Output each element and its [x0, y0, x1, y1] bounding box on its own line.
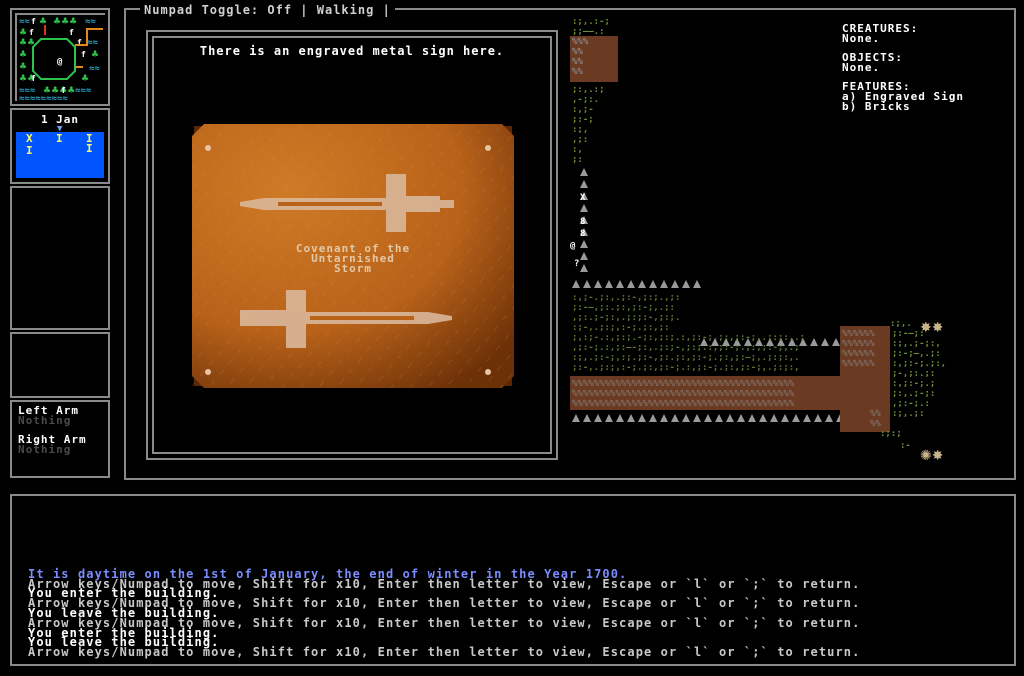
svg-text:≈≈: ≈≈ — [89, 64, 100, 74]
svg-text::;:;: :;:; — [880, 429, 902, 439]
svg-text:%%%%%%: %%%%%% — [842, 339, 875, 349]
svg-text::,;-: :,;- — [572, 105, 594, 115]
surroundings-info: CREATURES: None. OBJECTS: None. FEATURES… — [842, 23, 1012, 112]
svg-text::;-,.;:;,:-;.;:,;:: :;-,.;:;,:-;.;:,;: — [572, 323, 670, 333]
calendar-panel: 1 Jan ▼ X I I I I — [10, 108, 110, 184]
minimap[interactable]: ≈≈ ≈≈ ≈≈ ≈≈ ≈≈≈ ≈≈≈ ≈≈≈≈≈≈≈≈≈ ♣ ♣♣♣ ♣ ♣♣ ♣ ♣ ♣♣… — [10, 8, 110, 106]
svg-text::;,.;-;:,: :;,.;-;:, — [892, 339, 941, 349]
movement-mode-status: Walking — [316, 3, 375, 17]
svg-text:;:-;: ;:-; — [572, 115, 594, 125]
svg-text::;,.;:-;,:;.;:-,;:.;:,;:-;.;:,: :;,.;:-;,:;.;:-,;:.;:,;:-;.;:,;:—;,.;:;:… — [572, 353, 800, 363]
svg-text:≈≈: ≈≈ — [85, 17, 96, 27]
svg-text:%%%%%%%%%%%%%%%%%%%%%%%%%%%%%%: %%%%%%%%%%%%%%%%%%%%%%%%%%%%%%%%%%%%%%%%… — [572, 379, 795, 389]
calendar-glyph: I — [56, 132, 63, 145]
minimap-border: ≈≈ ≈≈ ≈≈ ≈≈ ≈≈≈ ≈≈≈ ≈≈≈≈≈≈≈≈≈ ♣ ♣♣♣ ♣ ♣♣ ♣ ♣ ♣♣… — [15, 13, 107, 103]
svg-text:f: f — [31, 17, 36, 26]
svg-text:X: X — [580, 193, 586, 203]
creatures-value: None. — [842, 32, 881, 45]
svg-text:✸✸: ✸✸ — [920, 320, 944, 336]
svg-text:,;:: ,;: — [572, 135, 588, 145]
svg-text::,;:-;.;: :,;:-;.; — [892, 379, 935, 389]
calendar-glyph: I — [26, 144, 33, 157]
svg-text::;,: :;, — [572, 125, 588, 135]
svg-text:%%%%%%: %%%%%% — [842, 349, 875, 359]
svg-text:;:-—,;:.;:,;:-;,.;:: ;:-—,;:.;:,;:-;,.;: — [572, 303, 675, 313]
numpad-toggle-status[interactable]: Numpad Toggle: Off — [144, 3, 292, 17]
calendar-week-grid: X I I I I — [16, 132, 104, 178]
svg-text:%%%%%%%%%%%%%%%%%%%%%%%%%%%%%%: %%%%%%%%%%%%%%%%%%%%%%%%%%%%%%%%%%%%%%%%… — [572, 399, 795, 409]
svg-text::-: :- — [900, 441, 911, 451]
svg-text::,;-.;:,.;:-,;:;.,;:: :,;-.;:,.;:-,;:;.,;: — [572, 293, 680, 303]
side-panel-empty — [10, 332, 110, 398]
svg-text:%%%%%%%%%%%%%%%%%%%%%%%%%%%%%%: %%%%%%%%%%%%%%%%%%%%%%%%%%%%%%%%%%%%%%%%… — [572, 389, 795, 399]
equipment-panel: Left Arm Nothing Right Arm Nothing — [10, 400, 110, 478]
svg-text::,;:-;.;:,: :,;:-;.;:, — [892, 359, 946, 369]
svg-text:f: f — [31, 74, 36, 83]
sign-description: There is an engraved metal sign here. — [199, 44, 505, 58]
engraved-sign-plaque: Covenant of the Untarnished Storm — [192, 124, 514, 388]
svg-text:%%: %% — [870, 409, 881, 419]
svg-text:;:-;—,.;:: ;:-;—,.;: — [892, 349, 941, 359]
svg-text::;,.: :;,. — [890, 319, 912, 329]
svg-text:;:: ;: — [572, 155, 583, 165]
svg-text:♣♣♣: ♣♣♣ — [53, 17, 77, 27]
right-arm-value: Nothing — [18, 443, 72, 456]
status-separator: | — [300, 3, 309, 17]
svg-text:f: f — [61, 86, 66, 95]
svg-text:;-,;:.;:: ;-,;:.;: — [892, 369, 935, 379]
svg-text:%%%: %%% — [572, 37, 589, 47]
plaque-inscription: Covenant of the Untarnished Storm — [192, 243, 514, 275]
svg-text:♣: ♣ — [91, 50, 99, 60]
svg-text::;,.;:: :;,.;: — [892, 409, 925, 419]
svg-text:,;:-;.:,;:—-;:,.;:;-,;:;.:,;:-: ,;:-;.:,;:—-;:,.;:;-,;:;.:,;:-;.;:,;:-;,… — [572, 343, 800, 353]
svg-text:♣♣♣♣: ♣♣♣♣ — [43, 86, 75, 96]
side-panel-empty — [10, 186, 110, 330]
svg-text:♣: ♣ — [19, 50, 27, 60]
minimap-terrain: ≈≈ ≈≈ ≈≈≈≈ ≈≈≈ ≈≈≈ ≈≈≈≈≈≈≈≈≈ ♣ ♣♣♣ ♣♣♣♣ ♣♣♣… — [17, 15, 107, 103]
svg-text:@: @ — [57, 57, 63, 67]
svg-text:%%: %% — [572, 47, 583, 57]
svg-text:?: ? — [574, 259, 579, 269]
plaque-line: Storm — [333, 262, 373, 275]
svg-text:,-;:.: ,-;:. — [572, 95, 599, 105]
svg-text:@: @ — [570, 241, 576, 251]
svg-text:%%: %% — [572, 57, 583, 67]
log-line: Arrow keys/Numpad to move, Shift for x10… — [28, 645, 861, 660]
svg-text:;:,.;-;:: ;:,.;-;: — [892, 389, 935, 399]
message-log-lines: It is daytime on the 1st of January, the… — [28, 568, 1008, 660]
svg-text:;:-,.;:;,:-;.;:,;:-;.:,;:-;.;:: ;:-,.;:;,:-;.;:,;:-;.:,;:-;.;:,;:-;,.;:;… — [572, 363, 800, 373]
svg-text:8: 8 — [580, 217, 585, 227]
svg-text:f: f — [81, 50, 86, 59]
svg-text:,;:-;.:: ,;:-;.: — [892, 399, 930, 409]
svg-text:♣: ♣ — [19, 62, 27, 72]
svg-text:%%: %% — [572, 67, 583, 77]
svg-text:♣: ♣ — [81, 74, 89, 84]
feature-item-bricks[interactable]: b) Bricks — [842, 101, 1012, 112]
svg-text:,;:.;-;:,.;:;:-,;:;.: ,;:.;-;:,.;:;:-,;:;. — [572, 313, 680, 323]
left-arm-value: Nothing — [18, 414, 72, 427]
svg-text:f: f — [29, 28, 34, 37]
svg-text:f: f — [69, 28, 74, 37]
svg-text:%%%%%%: %%%%%% — [842, 329, 875, 339]
status-bar: Numpad Toggle: Off | Walking | — [140, 3, 395, 17]
svg-text:%%: %% — [870, 419, 881, 429]
svg-text:≈≈≈: ≈≈≈ — [75, 86, 92, 96]
calendar-glyph: I — [86, 142, 93, 155]
svg-text:✺✸: ✺✸ — [920, 448, 944, 464]
objects-value: None. — [842, 61, 881, 74]
message-log: It is daytime on the 1st of January, the… — [10, 494, 1016, 666]
svg-text:;:,.:;: ;:,.:; — [572, 85, 605, 95]
svg-text:;,:;-.:,;:;.-;:,;:;.:,;:-;.;:,: ;,:;-.:,;:;.-;:,;:;.:,;:-;.;:,;:-;,.;:;:… — [572, 333, 805, 343]
sign-viewer-panel: There is an engraved metal sign here. Co… — [146, 30, 558, 460]
svg-text::;,.:-;: :;,.:-; — [572, 17, 610, 27]
svg-text:;;——.:: ;;——.: — [572, 27, 605, 37]
svg-text:8: 8 — [580, 229, 585, 239]
status-separator: | — [382, 3, 391, 17]
svg-text:≈≈: ≈≈ — [19, 17, 30, 27]
svg-text::,: :, — [572, 145, 583, 155]
svg-text:%%%%%%: %%%%%% — [842, 359, 875, 369]
svg-text:≈≈: ≈≈ — [87, 38, 98, 48]
svg-text:♣: ♣ — [19, 28, 27, 38]
